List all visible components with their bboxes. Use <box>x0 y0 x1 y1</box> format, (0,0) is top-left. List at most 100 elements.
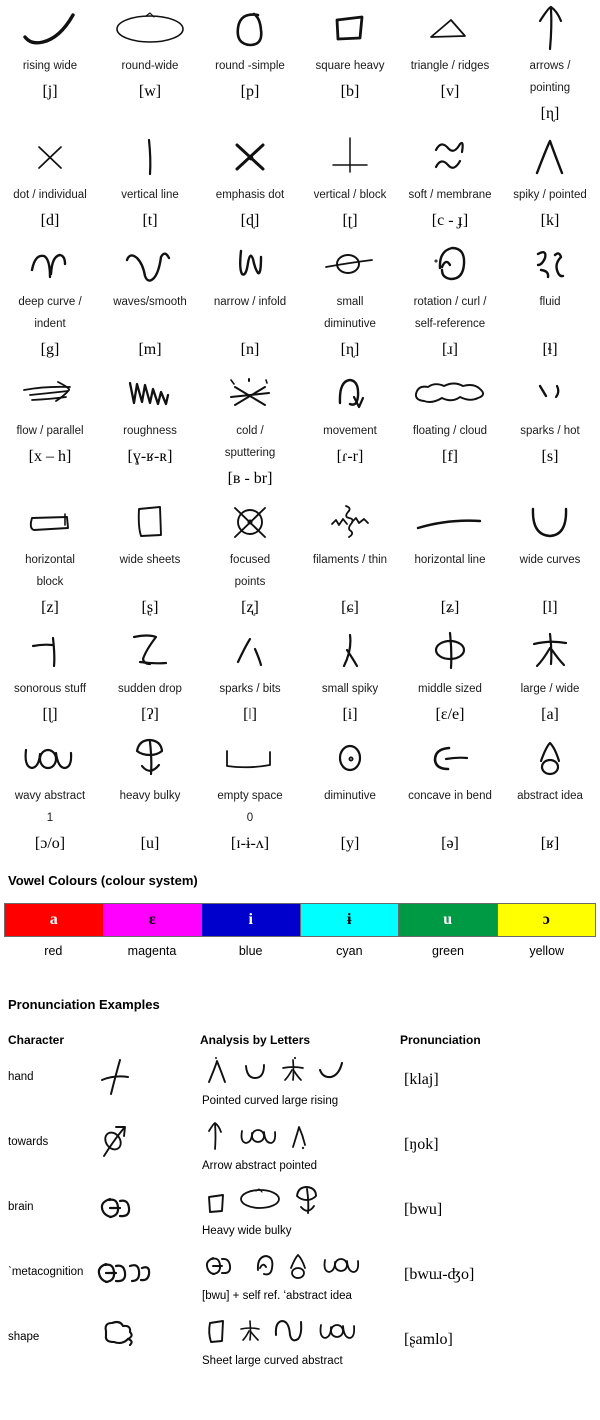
fluid-squiggle-icon <box>502 236 598 291</box>
wide-sheets-rect-icon <box>102 494 198 549</box>
wide-curves-u-icon <box>502 494 598 549</box>
glyph-ipa: [k] <box>540 212 560 229</box>
pronunciation-title: Pronunciation Examples <box>8 997 160 1012</box>
vertical-block-tee-icon <box>302 129 398 184</box>
glyph-cell-roughness: roughness [ɣ-ʁ-ʀ] <box>100 365 200 494</box>
glyph-ipa: [ɣ-ʁ-ʀ] <box>127 448 173 465</box>
column-header-analysis: Analysis by Letters <box>200 1033 311 1047</box>
glyph-label: large / wide <box>520 683 580 695</box>
star-large-small-icon <box>240 1320 260 1341</box>
glyph-cell-rotation-curl: rotation / curl / self-reference [ɹ] <box>400 236 500 365</box>
glyph-label: spiky / pointed <box>513 189 587 201</box>
vowel-symbol: i <box>248 911 253 928</box>
glyph-label: waves/smooth <box>113 296 187 308</box>
glyph-cell-sonorous-stuff: sonorous stuff [ɭ] <box>0 623 100 730</box>
glyph-label: rising wide <box>22 60 78 72</box>
concave-in-bend-icon <box>402 730 498 785</box>
glyph-row: deep curve / indent [g] waves/smooth [m]… <box>0 236 600 365</box>
vowel-swatch-magenta[interactable]: ɛ <box>103 904 202 936</box>
square-heavy-small-icon <box>208 1194 224 1213</box>
brain-glyph-icon <box>92 1181 192 1233</box>
vowel-swatch-blue[interactable]: i <box>202 904 301 936</box>
glyph-ipa: [ɬ] <box>542 341 558 358</box>
pronunciation-ipa: [ʂamlo] <box>404 1331 453 1348</box>
glyph-row: wavy abstract 1 [ɔ/o] heavy bulky [u] em… <box>0 730 600 859</box>
pronunciation-ipa: [ŋok] <box>404 1136 439 1153</box>
glyph-ipa: [ɳ] <box>340 341 360 358</box>
glyph-cell-diminutive: diminutive [y] <box>300 730 400 859</box>
glyph-label: rotation / curl / self-reference <box>413 296 487 330</box>
glyph-cell-horizontal-line: horizontal line [ʑ] <box>400 494 500 623</box>
caret-pointed-small-icon <box>292 1126 306 1150</box>
vowel-colour-names: red magenta blue cyan green yellow <box>4 937 596 965</box>
glyph-cell-small-diminutive: small diminutive [ɳ] <box>300 236 400 365</box>
glyph-label: sonorous stuff <box>13 683 87 695</box>
glyph-label: round -simple <box>215 60 285 72</box>
glyph-ipa: [ɪ-ɨ-ʌ] <box>230 835 270 852</box>
analysis-description: Sheet large curved abstract <box>202 1355 343 1367</box>
round-wide-oval-icon <box>102 0 198 55</box>
glyph-cell-large-wide: large / wide [a] <box>500 623 600 730</box>
abstract-drop-icon <box>290 1254 306 1279</box>
wavy-abstract-icon <box>319 1324 356 1339</box>
glyph-cell-soft-membrane: soft / membrane [c - ɟ] <box>400 129 500 236</box>
glyph-ipa: [s] <box>541 448 559 465</box>
arrow-pointing-icon <box>502 0 598 55</box>
vowel-colour-name: magenta <box>127 944 177 958</box>
glyph-cell-spiky-pointed: spiky / pointed [k] <box>500 129 600 236</box>
glyph-label: floating / cloud <box>412 425 488 437</box>
glyph-ipa: [i] <box>342 706 358 723</box>
vowel-swatch-red[interactable]: a <box>5 904 104 936</box>
glyph-label: emphasis dot <box>215 189 285 201</box>
vowel-swatch-yellow[interactable]: ɔ <box>497 904 595 936</box>
glyph-ipa: [ɹ] <box>442 341 458 358</box>
glyph-ipa: [p] <box>240 83 260 100</box>
glyph-ipa: [ɔ/o] <box>34 835 66 852</box>
glyph-label: wide curves <box>519 554 581 566</box>
glyph-label: sudden drop <box>118 683 182 695</box>
glyph-cell-sparks-hot: sparks / hot [s] <box>500 365 600 494</box>
vowel-symbol: u <box>443 911 453 928</box>
glyph-ipa: [ɾ-r] <box>336 448 364 465</box>
glyph-ipa: [ʔ] <box>141 706 159 723</box>
glyph-label: movement <box>323 425 377 437</box>
u-curve-icon <box>245 1064 265 1079</box>
glyph-cell-small-spiky: small spiky [i] <box>300 623 400 730</box>
pronunciation-row: shape Sheet large curved abstract [ʂamlo… <box>0 1309 600 1374</box>
glyph-cell-sudden-drop: sudden drop [ʔ] <box>100 623 200 730</box>
glyph-cell-focused-points: focused points [ʐ] <box>200 494 300 623</box>
wavy-abstract-icon <box>240 1129 277 1144</box>
sparks-bits-slash-icon <box>202 623 298 678</box>
abstract-idea-drop-icon <box>502 730 598 785</box>
brain-small-icon <box>205 1257 232 1275</box>
glyph-cell-waves-smooth: waves/smooth [m] <box>100 236 200 365</box>
glyph-label: small spiky <box>321 683 379 695</box>
hand-glyph-icon <box>92 1051 192 1103</box>
glyph-label: horizontal block <box>25 554 75 588</box>
glyph-cell-rising-wide: rising wide [j] <box>0 0 100 129</box>
vowel-colours-section: Vowel Colours (colour system) a ɛ i ɨ u … <box>0 873 600 965</box>
vowel-swatch-cyan[interactable]: ɨ <box>300 904 399 936</box>
flow-parallel-arrow-icon <box>2 365 98 420</box>
vowel-swatch-green[interactable]: u <box>399 904 498 936</box>
glyph-label: wide sheets <box>119 554 181 566</box>
rising-wide-stroke-icon <box>2 0 98 55</box>
glyph-label: square heavy <box>315 60 385 72</box>
glyph-cell-round-simple: round -simple [p] <box>200 0 300 129</box>
horizontal-line-stroke-icon <box>402 494 498 549</box>
column-header-character: Character <box>8 1033 65 1047</box>
glyph-ipa: [j] <box>42 83 58 100</box>
wavy-abstract-icon <box>323 1258 360 1273</box>
glyph-label: focused points <box>229 554 271 588</box>
dot-individual-cross-icon <box>2 129 98 184</box>
glyph-label: triangle / ridges <box>410 60 490 72</box>
analysis-description: [bwu] + self ref. ʻabstract idea <box>202 1290 352 1302</box>
glyph-row: horizontal block [z] wide sheets [ʂ] foc… <box>0 494 600 623</box>
triangle-ridges-icon <box>402 0 498 55</box>
caret-pointed-icon <box>208 1056 226 1083</box>
vowel-colour-name: green <box>432 944 465 958</box>
analysis-cell: Sheet large curved abstract <box>200 1309 400 1369</box>
glyph-label: arrows / pointing <box>529 60 571 94</box>
glyph-label: roughness <box>123 425 177 437</box>
glyph-ipa: [ɕ] <box>341 599 359 616</box>
